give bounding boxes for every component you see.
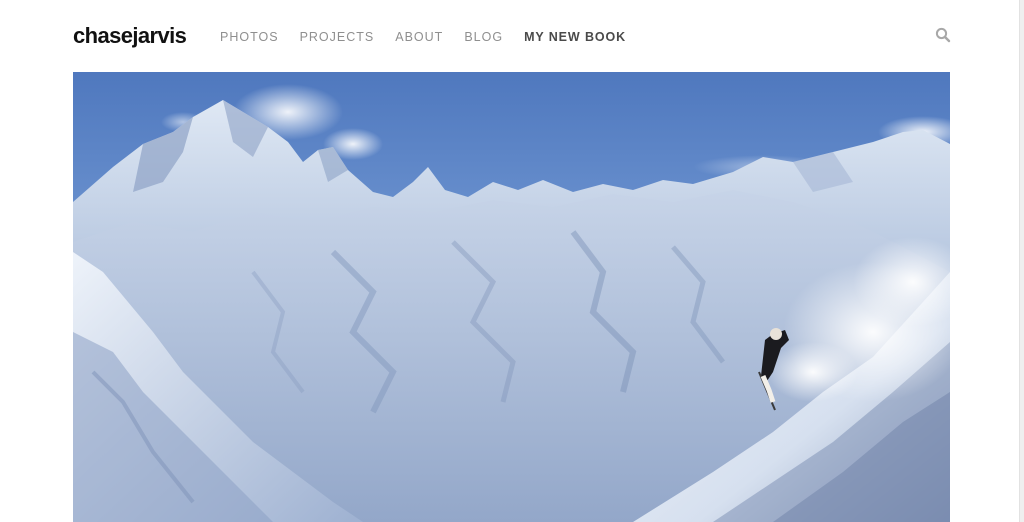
- mountain-ski-photo: [73, 72, 950, 522]
- site-header: chasejarvis PHOTOS PROJECTS ABOUT BLOG M…: [0, 0, 1020, 72]
- nav-item-about[interactable]: ABOUT: [395, 29, 443, 45]
- site-logo[interactable]: chasejarvis: [73, 22, 187, 50]
- nav-item-photos[interactable]: PHOTOS: [220, 29, 279, 45]
- nav-item-blog[interactable]: BLOG: [464, 29, 503, 45]
- nav-item-my-new-book[interactable]: MY NEW BOOK: [524, 29, 626, 45]
- search-icon[interactable]: [935, 27, 951, 43]
- page: chasejarvis PHOTOS PROJECTS ABOUT BLOG M…: [0, 0, 1024, 522]
- main-nav: PHOTOS PROJECTS ABOUT BLOG MY NEW BOOK: [220, 29, 647, 45]
- scrollbar-track[interactable]: [1019, 0, 1024, 522]
- hero-image: [73, 72, 950, 522]
- nav-item-projects[interactable]: PROJECTS: [300, 29, 375, 45]
